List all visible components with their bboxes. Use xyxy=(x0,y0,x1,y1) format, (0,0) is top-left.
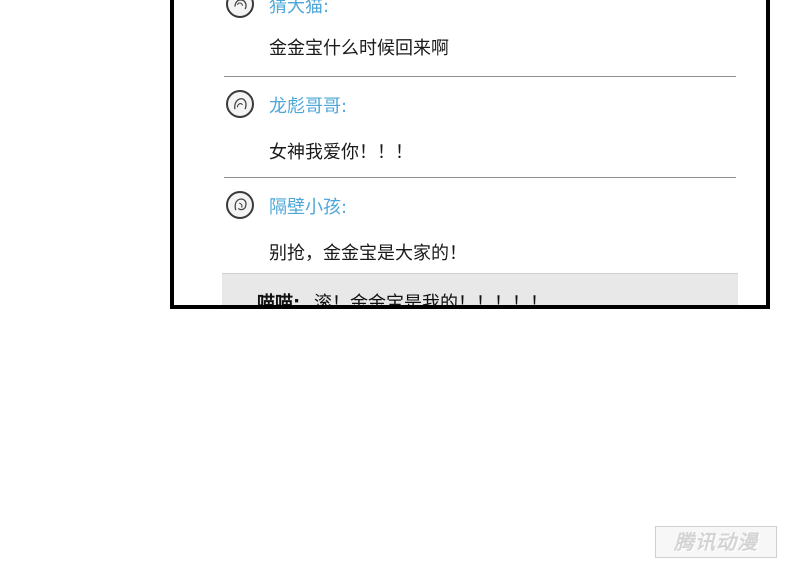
comment-divider xyxy=(224,177,736,178)
reply-box: 喵喵: 滚！金金宝是我的！！！！！ xyxy=(222,273,738,309)
avatar-icon[interactable] xyxy=(226,191,254,219)
comment-text: 别抢，金金宝是大家的！ xyxy=(269,243,467,264)
avatar-icon[interactable] xyxy=(226,90,254,118)
comment-text: 女神我爱你！！！ xyxy=(269,142,413,163)
username[interactable]: 龙彪哥哥: xyxy=(269,92,347,118)
comment-divider xyxy=(224,76,736,77)
reply-text: 滚！金金宝是我的！！！！！ xyxy=(314,293,548,309)
username[interactable]: 猜大猫: xyxy=(269,0,329,18)
tencent-comic-watermark: 腾讯动漫 xyxy=(655,526,777,558)
username[interactable]: 隔壁小孩: xyxy=(269,193,347,219)
comment-panel: 猜大猫: 金金宝什么时候回来啊 龙彪哥哥: 女神我爱你！！！ 隔壁小孩: 别抢，… xyxy=(170,0,770,309)
comment-text: 金金宝什么时候回来啊 xyxy=(269,38,449,59)
reply-author[interactable]: 喵喵: xyxy=(257,289,300,305)
avatar-icon[interactable] xyxy=(226,0,254,18)
